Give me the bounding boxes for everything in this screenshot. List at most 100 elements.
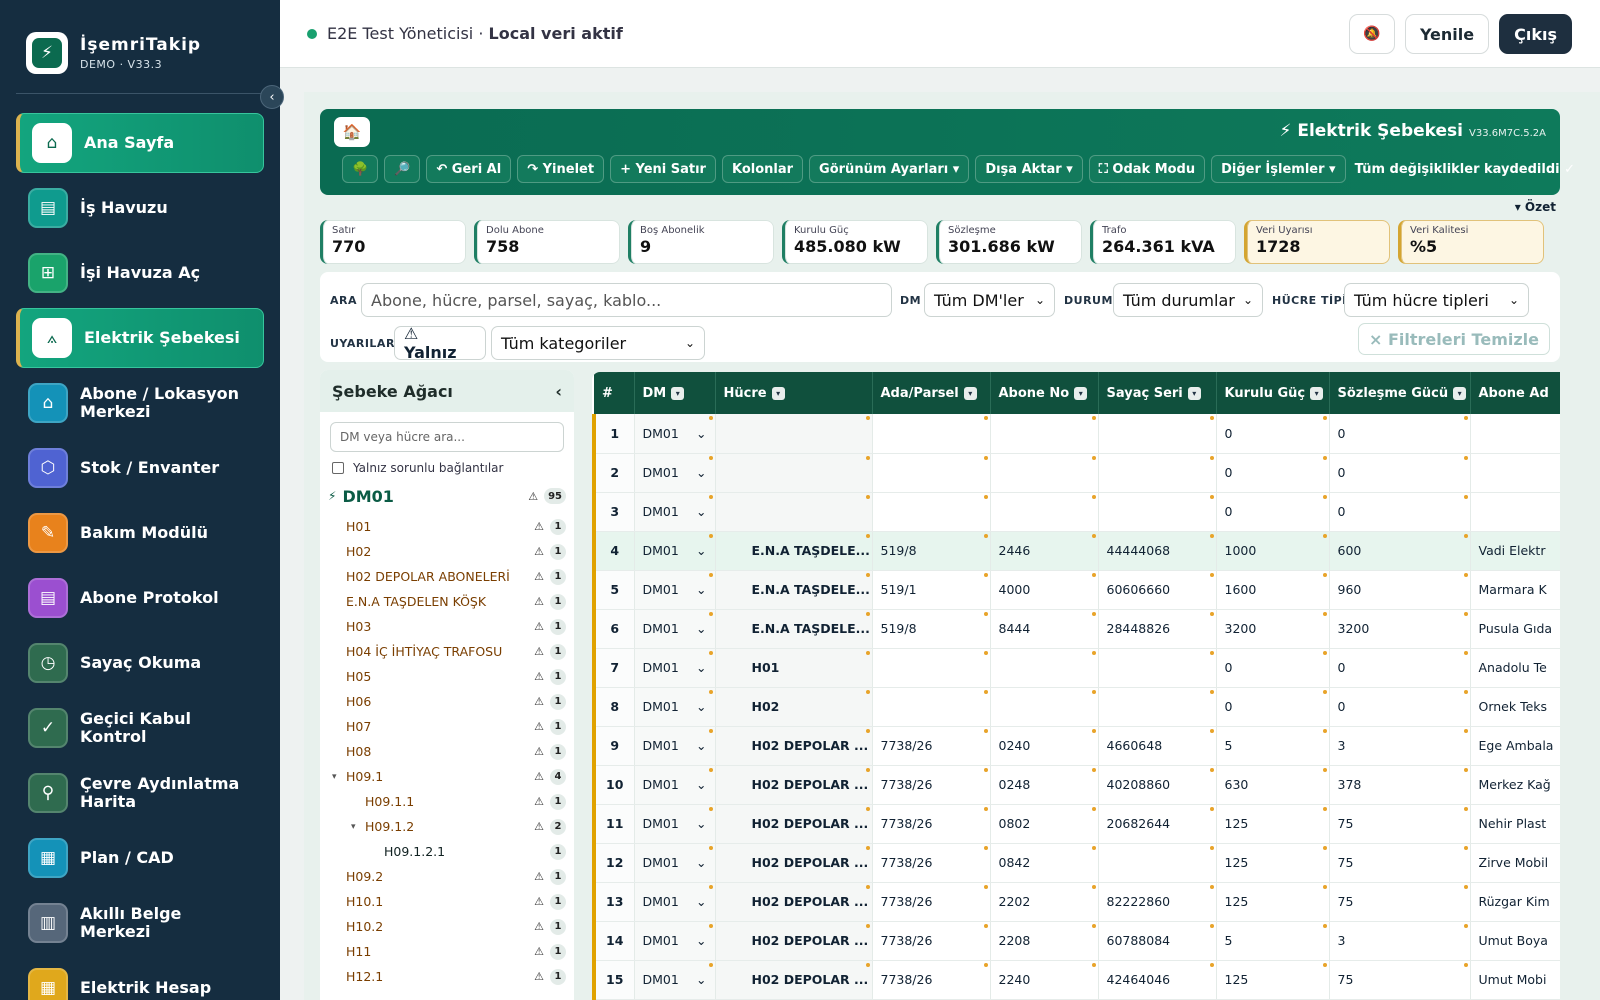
- column-header[interactable]: Abone No ▾: [990, 372, 1099, 414]
- column-filter-icon[interactable]: ▾: [771, 386, 785, 400]
- table-row[interactable]: 12 DM01 ⌄ H02 DEPOLAR ... 7738/26 0842 125 75 Zi…: [592, 843, 1560, 883]
- grid-cell[interactable]: DM01 ⌄: [634, 960, 716, 1000]
- grid-cell[interactable]: 0: [1329, 414, 1471, 454]
- tree-root-node[interactable]: ⚡ DM01 ⚠ 95: [320, 478, 574, 514]
- grid-cell[interactable]: 7738/26: [872, 765, 991, 805]
- grid-cell[interactable]: E.N.A TAŞDELE...: [715, 531, 873, 571]
- grid-cell[interactable]: 4: [592, 531, 635, 571]
- tree-node[interactable]: ▾ H09.1 ⚠ 4: [320, 764, 574, 789]
- grid-cell[interactable]: DM01 ⌄: [634, 609, 716, 649]
- grid-cell[interactable]: [1098, 414, 1217, 454]
- grid-cell[interactable]: E.N.A TAŞDELE...: [715, 570, 873, 610]
- grid-cell[interactable]: [990, 414, 1099, 454]
- grid-cell[interactable]: Rüzgar Kim: [1470, 882, 1560, 922]
- grid-cell[interactable]: [1098, 648, 1217, 688]
- grid-cell[interactable]: 40208860: [1098, 765, 1217, 805]
- grid-cell[interactable]: [990, 648, 1099, 688]
- sidebar-item-bakım-modülü[interactable]: ✎ Bakım Modülü: [16, 503, 264, 563]
- problem-only-checkbox[interactable]: Yalnız sorunlu bağlantılar: [332, 458, 562, 478]
- column-filter-icon[interactable]: ▾: [1187, 386, 1201, 400]
- grid-cell[interactable]: 8444: [990, 609, 1099, 649]
- home-button[interactable]: 🏠: [334, 117, 370, 147]
- grid-cell[interactable]: Ege Ambala: [1470, 726, 1560, 766]
- summary-toggle[interactable]: ▾ Özet: [1515, 200, 1556, 214]
- grid-cell[interactable]: 1: [592, 414, 635, 454]
- grid-cell[interactable]: 0: [1216, 687, 1330, 727]
- dm-cell-select[interactable]: DM01 ⌄: [643, 426, 707, 441]
- sidebar-item-ana-sayfa[interactable]: ⌂ Ana Sayfa: [16, 113, 264, 173]
- tree-search-input[interactable]: DM veya hücre ara...: [330, 422, 564, 452]
- grid-cell[interactable]: Zirve Mobil: [1470, 843, 1560, 883]
- columns-button[interactable]: Kolonlar: [721, 155, 804, 183]
- grid-cell[interactable]: DM01 ⌄: [634, 414, 716, 454]
- grid-cell[interactable]: 75: [1329, 804, 1471, 844]
- grid-cell[interactable]: 60788084: [1098, 921, 1217, 961]
- grid-cell[interactable]: [1098, 492, 1217, 532]
- grid-cell[interactable]: 125: [1216, 882, 1330, 922]
- grid-cell[interactable]: [990, 453, 1099, 493]
- grid-cell[interactable]: 0: [1329, 453, 1471, 493]
- tree-node[interactable]: H02 ⚠ 1: [320, 539, 574, 564]
- column-filter-icon[interactable]: ▾: [671, 386, 685, 400]
- grid-cell[interactable]: E.N.A TAŞDELE...: [715, 609, 873, 649]
- dm-cell-select[interactable]: DM01 ⌄: [643, 543, 707, 558]
- table-row[interactable]: 14 DM01 ⌄ H02 DEPOLAR ... 7738/26 2208 6078808…: [592, 921, 1560, 961]
- grid-cell[interactable]: Marmara K: [1470, 570, 1560, 610]
- table-row[interactable]: 8 DM01 ⌄ H02 0 0 Ornek Teks: [592, 687, 1560, 727]
- grid-cell[interactable]: 0: [1216, 648, 1330, 688]
- grid-cell[interactable]: 519/8: [872, 609, 991, 649]
- grid-cell[interactable]: 13: [592, 882, 635, 922]
- grid-cell[interactable]: [872, 414, 991, 454]
- grid-cell[interactable]: DM01 ⌄: [634, 765, 716, 805]
- grid-cell[interactable]: 75: [1329, 882, 1471, 922]
- grid-cell[interactable]: [990, 687, 1099, 727]
- dm-cell-select[interactable]: DM01 ⌄: [643, 894, 707, 909]
- collapse-tree-icon[interactable]: ‹: [555, 382, 562, 401]
- grid-cell[interactable]: DM01 ⌄: [634, 492, 716, 532]
- refresh-button[interactable]: Yenile: [1404, 14, 1490, 54]
- grid-cell[interactable]: 600: [1329, 531, 1471, 571]
- dm-cell-select[interactable]: DM01 ⌄: [643, 660, 707, 675]
- dm-cell-select[interactable]: DM01 ⌄: [643, 933, 707, 948]
- sidebar-item-stok-envanter[interactable]: ⬡ Stok / Envanter: [16, 438, 264, 498]
- status-filter-select[interactable]: Tüm durumlar ⌄: [1113, 283, 1263, 317]
- grid-cell[interactable]: 0248: [990, 765, 1099, 805]
- tree-node[interactable]: H04 İÇ İHTİYAÇ TRAFOSU ⚠ 1: [320, 639, 574, 664]
- grid-cell[interactable]: 0842: [990, 843, 1099, 883]
- grid-cell[interactable]: 6: [592, 609, 635, 649]
- dm-cell-select[interactable]: DM01 ⌄: [643, 582, 707, 597]
- grid-cell[interactable]: Umut Mobi: [1470, 960, 1560, 1000]
- grid-cell[interactable]: DM01 ⌄: [634, 882, 716, 922]
- column-header[interactable]: DM ▾: [634, 372, 716, 414]
- sidebar-item-i-şi-havuza-aç[interactable]: ⊞ İşi Havuza Aç: [16, 243, 264, 303]
- grid-cell[interactable]: 125: [1216, 843, 1330, 883]
- grid-cell[interactable]: DM01 ⌄: [634, 726, 716, 766]
- grid-cell[interactable]: 0240: [990, 726, 1099, 766]
- grid-cell[interactable]: [1098, 453, 1217, 493]
- column-header[interactable]: Sayaç Seri ▾: [1098, 372, 1217, 414]
- grid-cell[interactable]: 519/8: [872, 531, 991, 571]
- grid-cell[interactable]: [872, 687, 991, 727]
- grid-cell[interactable]: 15: [592, 960, 635, 1000]
- column-header[interactable]: Ada/Parsel ▾: [872, 372, 991, 414]
- dm-cell-select[interactable]: DM01 ⌄: [643, 972, 707, 987]
- focus-mode-button[interactable]: ⛶ Odak Modu: [1088, 155, 1206, 183]
- tree-node[interactable]: H06 ⚠ 1: [320, 689, 574, 714]
- sidebar-item-sayaç-okuma[interactable]: ◷ Sayaç Okuma: [16, 633, 264, 693]
- grid-cell[interactable]: 7738/26: [872, 804, 991, 844]
- clear-filters-button[interactable]: × Filtreleri Temizle: [1358, 323, 1550, 355]
- table-row[interactable]: 3 DM01 ⌄ 0 0: [592, 492, 1560, 532]
- dm-cell-select[interactable]: DM01 ⌄: [643, 816, 707, 831]
- grid-cell[interactable]: 82222860: [1098, 882, 1217, 922]
- grid-cell[interactable]: 0802: [990, 804, 1099, 844]
- grid-cell[interactable]: DM01 ⌄: [634, 804, 716, 844]
- grid-cell[interactable]: 0: [1329, 648, 1471, 688]
- column-filter-icon[interactable]: ▾: [1074, 386, 1088, 400]
- expand-arrow-icon[interactable]: ▾: [332, 772, 346, 782]
- grid-cell[interactable]: 2202: [990, 882, 1099, 922]
- grid-cell[interactable]: 519/1: [872, 570, 991, 610]
- grid-cell[interactable]: 7738/26: [872, 726, 991, 766]
- export-button[interactable]: Dışa Aktar ▾: [975, 155, 1083, 183]
- table-row[interactable]: 11 DM01 ⌄ H02 DEPOLAR ... 7738/26 0802 2068264…: [592, 804, 1560, 844]
- grid-cell[interactable]: H02 DEPOLAR ...: [715, 726, 873, 766]
